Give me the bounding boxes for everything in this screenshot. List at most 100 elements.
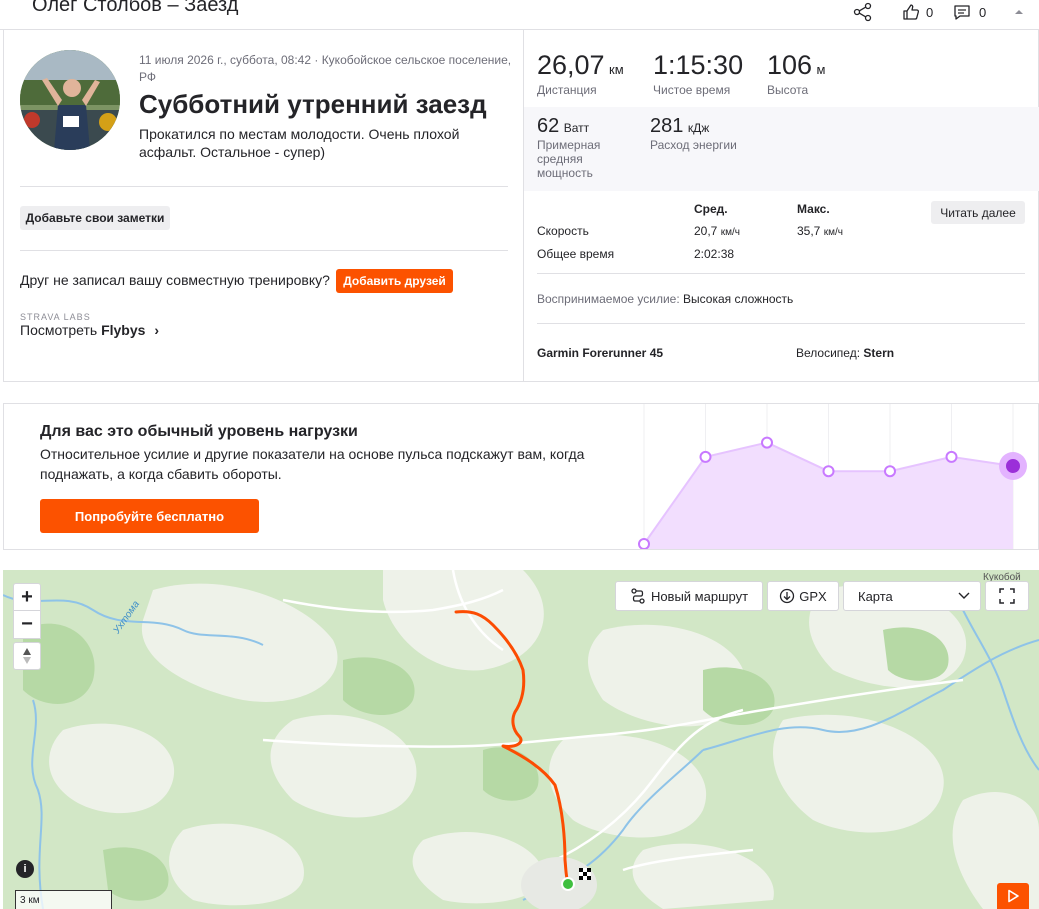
comment-icon	[954, 5, 970, 20]
elevation-unit: м	[816, 62, 826, 77]
col-avg-header: Сред.	[694, 202, 728, 216]
comments-count: 0	[979, 4, 987, 20]
energy-unit: кДж	[687, 121, 710, 135]
fullscreen-button[interactable]	[985, 581, 1029, 611]
relative-effort-card: Для вас это обычный уровень нагрузки Отн…	[3, 403, 1039, 550]
divider	[537, 323, 1025, 324]
speed-avg-unit: км/ч	[720, 227, 740, 238]
distance-value: 26,07	[537, 50, 605, 80]
elevation-label: Высота	[767, 83, 809, 97]
activity-summary-card: 11 июля 2026 г., суббота, 08:42 · Кукобо…	[3, 30, 1039, 382]
device-name: Garmin Forerunner 45	[537, 346, 664, 360]
zoom-in-button[interactable]: +	[13, 583, 41, 611]
col-max-header: Макс.	[797, 202, 830, 216]
energy-value: 281	[650, 115, 684, 137]
map-canvas	[3, 570, 1039, 909]
effort-point	[761, 436, 773, 449]
scale-label: 3 км	[20, 895, 40, 906]
bike-value: Stern	[863, 346, 895, 360]
distance-label: Дистанция	[537, 83, 597, 97]
divider	[537, 273, 1025, 274]
speed-avg: 20,7 км/ч	[694, 224, 740, 238]
stat-elevation: 106 м Высота	[767, 50, 825, 97]
strava-labs-label: STRAVA LABS	[20, 312, 91, 322]
stat-moving-time: 1:15:30 Чистое время	[653, 50, 743, 97]
speed-max-value: 35,7	[797, 224, 821, 238]
column-divider	[523, 30, 524, 381]
activity-header: Олег Столбов – Заезд 0 0	[0, 0, 1039, 30]
effort-point	[699, 450, 712, 463]
friend-question: Друг не записал вашу совместную трениров…	[20, 272, 330, 288]
compass-button[interactable]	[13, 642, 41, 670]
distance-unit: км	[609, 62, 624, 77]
chevron-right-icon: ›	[154, 322, 159, 338]
divider	[20, 186, 508, 187]
speed-label: Скорость	[537, 224, 589, 238]
effort-point	[638, 538, 650, 549]
speed-max: 35,7 км/ч	[797, 224, 843, 238]
kudos-count: 0	[926, 4, 934, 20]
elapsed-label: Общее время	[537, 247, 615, 261]
bike-info: Велосипед: Stern	[796, 346, 894, 360]
flybys-link[interactable]: Посмотреть Flybys ›	[20, 322, 159, 338]
chevron-up-icon	[1015, 10, 1023, 14]
compass-icon	[23, 648, 31, 664]
stat-power: 62 Ватт Примерная средняя мощность	[537, 115, 637, 180]
effort-point	[822, 465, 835, 478]
power-label: Примерная средняя мощность	[537, 138, 601, 180]
map-scale: 3 км	[15, 890, 112, 909]
effort-point	[945, 450, 958, 463]
new-route-button[interactable]: Новый маршрут	[615, 581, 763, 611]
thumbs-up-icon	[903, 4, 920, 20]
finish-marker	[579, 868, 591, 880]
activity-meta: 11 июля 2026 г., суббота, 08:42 · Кукобо…	[139, 53, 512, 84]
activity-description: Прокатился по местам молодости. Очень пл…	[139, 126, 460, 160]
elevation-value: 106	[767, 50, 813, 80]
power-value: 62	[537, 115, 560, 137]
download-icon	[780, 588, 795, 604]
flybys-name: Flybys	[101, 322, 146, 338]
zoom-out-button[interactable]: −	[13, 611, 41, 639]
effort-trend-chart	[638, 404, 1027, 549]
stat-distance: 26,07 км Дистанция	[537, 50, 624, 97]
moving-time-label: Чистое время	[653, 83, 731, 97]
new-route-label: Новый маршрут	[650, 588, 749, 604]
add-friends-button[interactable]: Добавить друзей	[336, 269, 453, 293]
fullscreen-icon	[999, 588, 1015, 604]
add-notes-button[interactable]: Добавьте свои заметки	[20, 206, 170, 230]
athlete-avatar[interactable]	[20, 50, 120, 150]
effort-title: Для вас это обычный уровень нагрузки	[40, 423, 358, 440]
flyover-play-button[interactable]	[997, 883, 1029, 909]
share-icon	[853, 2, 872, 22]
page-title: Олег Столбов – Заезд	[32, 0, 239, 16]
stat-energy: 281 кДж Расход энергии	[650, 115, 750, 152]
activity-name: Субботний утренний заезд	[139, 89, 487, 119]
power-unit: Ватт	[563, 121, 590, 135]
flybys-prefix: Посмотреть	[20, 322, 102, 338]
moving-time-value: 1:15:30	[653, 50, 744, 80]
route-icon	[631, 588, 645, 604]
kudos-button[interactable]: 0	[902, 2, 933, 22]
share-button[interactable]	[853, 2, 873, 22]
perceived-effort-value: Высокая сложность	[683, 292, 794, 306]
speed-avg-value: 20,7	[694, 224, 718, 238]
speed-max-unit: км/ч	[823, 227, 843, 238]
energy-label: Расход энергии	[650, 138, 737, 152]
collapse-button[interactable]	[1013, 2, 1025, 22]
bike-label: Велосипед:	[796, 346, 861, 360]
route-map[interactable]: Ухтома Кукобой + − Новый маршрут GPX Кар…	[3, 570, 1039, 909]
try-free-button[interactable]: Попробуйте бесплатно	[40, 499, 259, 533]
effort-point	[884, 465, 896, 478]
read-more-button[interactable]: Читать далее	[931, 201, 1025, 224]
elapsed-value: 2:02:38	[694, 247, 735, 261]
map-type-value: Карта	[858, 588, 893, 604]
gpx-label: GPX	[799, 588, 827, 604]
divider	[20, 250, 508, 251]
info-icon[interactable]: i	[16, 860, 34, 878]
map-type-select[interactable]: Карта	[843, 581, 981, 611]
effort-current-point	[1006, 459, 1020, 473]
athlete-photo-icon	[20, 50, 120, 150]
gpx-button[interactable]: GPX	[767, 581, 839, 611]
comments-button[interactable]: 0	[953, 2, 986, 22]
perceived-effort-label: Воспринимаемое усилие:	[537, 292, 680, 306]
